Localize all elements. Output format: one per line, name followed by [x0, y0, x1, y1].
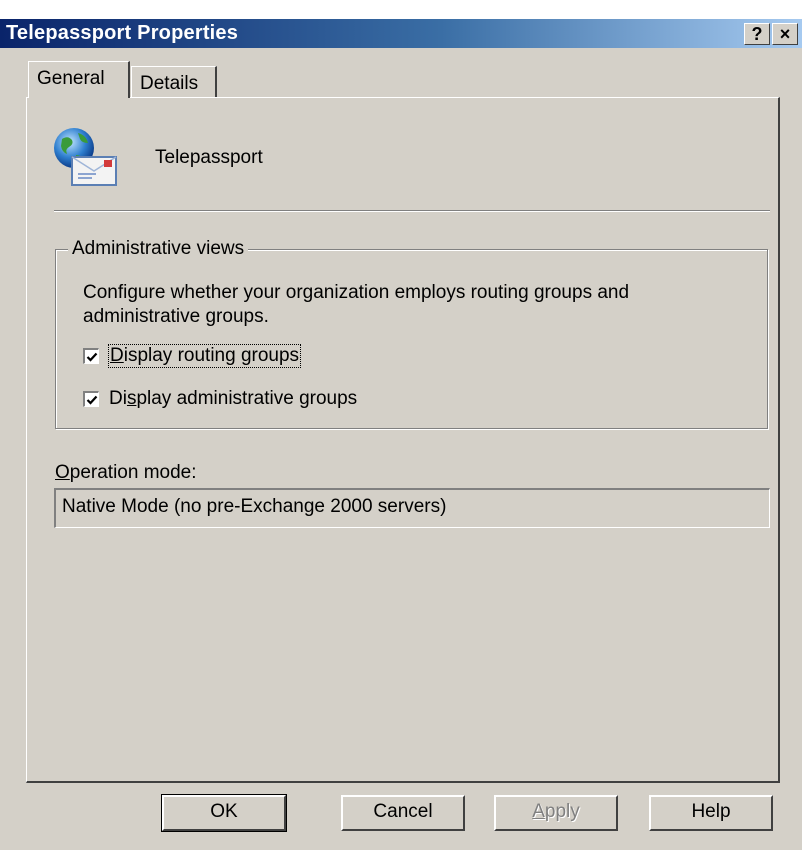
help-button[interactable]: Help — [649, 795, 773, 831]
top-background — [0, 0, 802, 19]
display-administrative-groups-checkbox[interactable] — [83, 391, 99, 407]
display-routing-groups-label: Display routing groups — [107, 344, 302, 368]
help-title-button[interactable]: ? — [744, 23, 770, 45]
apply-button[interactable]: Apply — [494, 795, 618, 831]
display-routing-groups-checkbox-row[interactable]: Display routing groups — [83, 344, 302, 368]
operation-mode-field[interactable]: Native Mode (no pre-Exchange 2000 server… — [54, 488, 770, 528]
title-bar[interactable]: Telepassport Properties ? × — [0, 19, 802, 48]
object-name: Telepassport — [155, 147, 263, 168]
tab-general[interactable]: General — [28, 61, 130, 98]
window-title: Telepassport Properties — [6, 22, 239, 44]
close-button[interactable]: × — [772, 23, 798, 45]
tab-details-label: Details — [140, 73, 199, 94]
tab-general-label: General — [37, 68, 105, 89]
tab-details[interactable]: Details — [131, 66, 217, 97]
operation-mode-label: Operation mode: — [55, 462, 197, 483]
checkmark-icon — [86, 395, 98, 405]
header-separator — [54, 210, 770, 212]
administrative-views-description: Configure whether your organization empl… — [83, 282, 630, 327]
display-administrative-groups-label: Display administrative groups — [109, 388, 358, 409]
exchange-org-globe-mail-icon — [52, 127, 120, 189]
cancel-button[interactable]: Cancel — [341, 795, 465, 831]
display-administrative-groups-checkbox-row[interactable]: Display administrative groups — [83, 388, 357, 410]
ok-button[interactable]: OK — [161, 794, 287, 832]
checkmark-icon — [86, 352, 98, 362]
display-routing-groups-checkbox[interactable] — [83, 348, 99, 364]
tab-panel-general — [26, 97, 780, 783]
administrative-views-legend: Administrative views — [68, 238, 249, 260]
